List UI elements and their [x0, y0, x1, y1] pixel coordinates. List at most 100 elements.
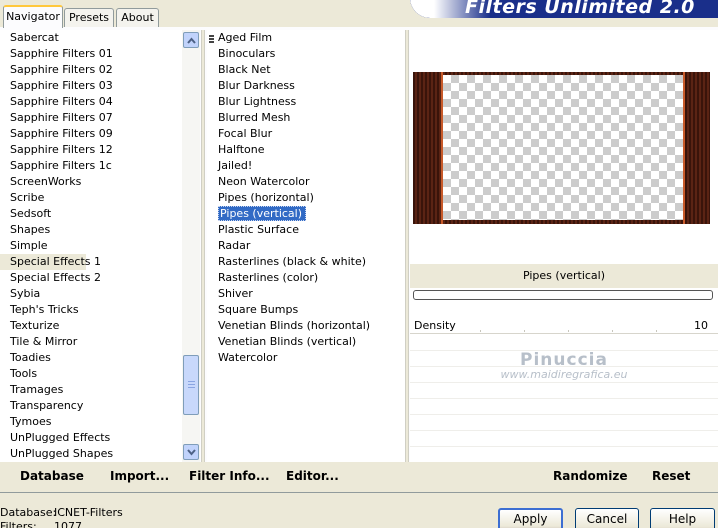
- filter-item[interactable]: Aged Film: [207, 30, 405, 46]
- filter-item[interactable]: Jailed!: [207, 158, 405, 174]
- category-item[interactable]: Sedsoft: [0, 206, 182, 222]
- filter-item[interactable]: Rasterlines (color): [207, 270, 405, 286]
- filter-item-label: Watercolor: [218, 351, 278, 364]
- filter-item-label: Venetian Blinds (vertical): [218, 335, 357, 348]
- parameter-slider[interactable]: [480, 330, 700, 332]
- help-button[interactable]: Help: [650, 508, 715, 528]
- parameter-label: Density: [414, 319, 456, 332]
- transparency-checkerboard: [443, 75, 683, 220]
- randomize-button[interactable]: Randomize: [553, 469, 627, 483]
- category-item[interactable]: Simple: [0, 238, 182, 254]
- category-item[interactable]: Sapphire Filters 1c: [0, 158, 182, 174]
- database-button[interactable]: Database: [20, 469, 84, 483]
- filter-item[interactable]: Black Net: [207, 62, 405, 78]
- status-database-label: Database:: [0, 506, 57, 519]
- filter-list[interactable]: Aged Film Binoculars Black Net Blur Darknes…: [207, 30, 405, 462]
- navigator-panel: Sabercat Sapphire Filters 01 Sapphire Filt…: [0, 27, 718, 493]
- tab-about[interactable]: About: [116, 8, 159, 27]
- splitter-right[interactable]: [405, 30, 409, 462]
- chevron-down-icon: [187, 449, 196, 456]
- filter-item-label: Binoculars: [218, 47, 276, 60]
- category-item[interactable]: Sapphire Filters 07: [0, 110, 182, 126]
- category-item[interactable]: UnPlugged Effects: [0, 430, 182, 446]
- category-item[interactable]: Sapphire Filters 02: [0, 62, 182, 78]
- import-button[interactable]: Import...: [110, 469, 169, 483]
- scroll-up-button[interactable]: [183, 32, 199, 48]
- drag-grip-icon: [209, 35, 214, 46]
- parameter-empty-row: [410, 367, 718, 383]
- category-item[interactable]: Shapes: [0, 222, 182, 238]
- category-item[interactable]: Transparency: [0, 398, 182, 414]
- selected-filter-name: Pipes (vertical): [410, 264, 718, 288]
- category-item[interactable]: Toadies: [0, 350, 182, 366]
- category-item[interactable]: Sapphire Filters 01: [0, 46, 182, 62]
- filter-item[interactable]: Pipes (vertical): [207, 206, 405, 222]
- category-list[interactable]: Sabercat Sapphire Filters 01 Sapphire Filt…: [0, 30, 182, 462]
- category-item[interactable]: Tramages: [0, 382, 182, 398]
- filter-item-label: Pipes (vertical): [218, 206, 307, 221]
- parameter-empty-row: [410, 431, 718, 447]
- scroll-down-button[interactable]: [183, 444, 199, 460]
- status-filters-value: 1077: [54, 520, 82, 528]
- filter-item[interactable]: Square Bumps: [207, 302, 405, 318]
- filter-item-label: Pipes (horizontal): [218, 191, 314, 204]
- filter-item[interactable]: Watercolor: [207, 350, 405, 366]
- category-scrollbar[interactable]: [182, 30, 200, 462]
- filter-item-label: Jailed!: [218, 159, 253, 172]
- apply-button[interactable]: Apply: [498, 508, 563, 528]
- filter-item[interactable]: Neon Watercolor: [207, 174, 405, 190]
- filter-item[interactable]: Blurred Mesh: [207, 110, 405, 126]
- reset-button[interactable]: Reset: [652, 469, 690, 483]
- status-database-value: ICNET-Filters: [54, 506, 123, 519]
- filter-item[interactable]: Focal Blur: [207, 126, 405, 142]
- filter-item-label: Focal Blur: [218, 127, 273, 140]
- parameter-density[interactable]: Density 10: [410, 318, 718, 334]
- category-item[interactable]: Sybia: [0, 286, 182, 302]
- category-item[interactable]: Sapphire Filters 04: [0, 94, 182, 110]
- parameter-value: 10: [694, 319, 708, 332]
- cancel-button[interactable]: Cancel: [575, 508, 639, 528]
- category-item[interactable]: Sapphire Filters 03: [0, 78, 182, 94]
- filter-item[interactable]: Rasterlines (black & white): [207, 254, 405, 270]
- tab-presets[interactable]: Presets: [64, 8, 114, 27]
- filter-item-label: Blur Darkness: [218, 79, 295, 92]
- category-item[interactable]: Sapphire Filters 09: [0, 126, 182, 142]
- editor-button[interactable]: Editor...: [286, 469, 339, 483]
- filter-item-label: Blurred Mesh: [218, 111, 291, 124]
- filter-item[interactable]: Binoculars: [207, 46, 405, 62]
- category-item[interactable]: Sabercat: [0, 30, 182, 46]
- parameter-empty-row: [410, 383, 718, 399]
- category-item[interactable]: Tools: [0, 366, 182, 382]
- filter-item[interactable]: Venetian Blinds (horizontal): [207, 318, 405, 334]
- status-area: Database:ICNET-Filters Filters: 1077: [0, 506, 200, 528]
- filter-item[interactable]: Plastic Surface: [207, 222, 405, 238]
- filter-item[interactable]: Radar: [207, 238, 405, 254]
- filter-item-label: Blur Lightness: [218, 95, 297, 108]
- filter-item[interactable]: Venetian Blinds (vertical): [207, 334, 405, 350]
- filter-item[interactable]: Pipes (horizontal): [207, 190, 405, 206]
- tab-navigator[interactable]: Navigator: [3, 5, 63, 28]
- filter-item[interactable]: Blur Darkness: [207, 78, 405, 94]
- category-item[interactable]: UnPlugged Shapes: [0, 446, 182, 462]
- scroll-thumb[interactable]: [183, 355, 199, 415]
- category-item[interactable]: Tymoes: [0, 414, 182, 430]
- filter-item-label: Black Net: [218, 63, 271, 76]
- category-item[interactable]: ScreenWorks: [0, 174, 182, 190]
- filter-item[interactable]: Shiver: [207, 286, 405, 302]
- category-item[interactable]: Tile & Mirror: [0, 334, 182, 350]
- parameter-empty-row: [410, 351, 718, 367]
- category-item[interactable]: Special Effects 1: [0, 254, 101, 270]
- filter-item-label: Halftone: [218, 143, 265, 156]
- filter-item[interactable]: Halftone: [207, 142, 405, 158]
- filter-item-label: Square Bumps: [218, 303, 299, 316]
- splitter-left[interactable]: [201, 30, 205, 462]
- progress-bar: [413, 290, 713, 300]
- category-item[interactable]: Scribe: [0, 190, 182, 206]
- category-item[interactable]: Teph's Tricks: [0, 302, 182, 318]
- category-item[interactable]: Texturize: [0, 318, 182, 334]
- filter-item[interactable]: Blur Lightness: [207, 94, 405, 110]
- category-item[interactable]: Special Effects 2: [0, 270, 182, 286]
- preview-pane: Pipes (vertical) Density 10 Pinuccia www…: [410, 30, 718, 462]
- filter-info-button[interactable]: Filter Info...: [189, 469, 270, 483]
- category-item[interactable]: Sapphire Filters 12: [0, 142, 182, 158]
